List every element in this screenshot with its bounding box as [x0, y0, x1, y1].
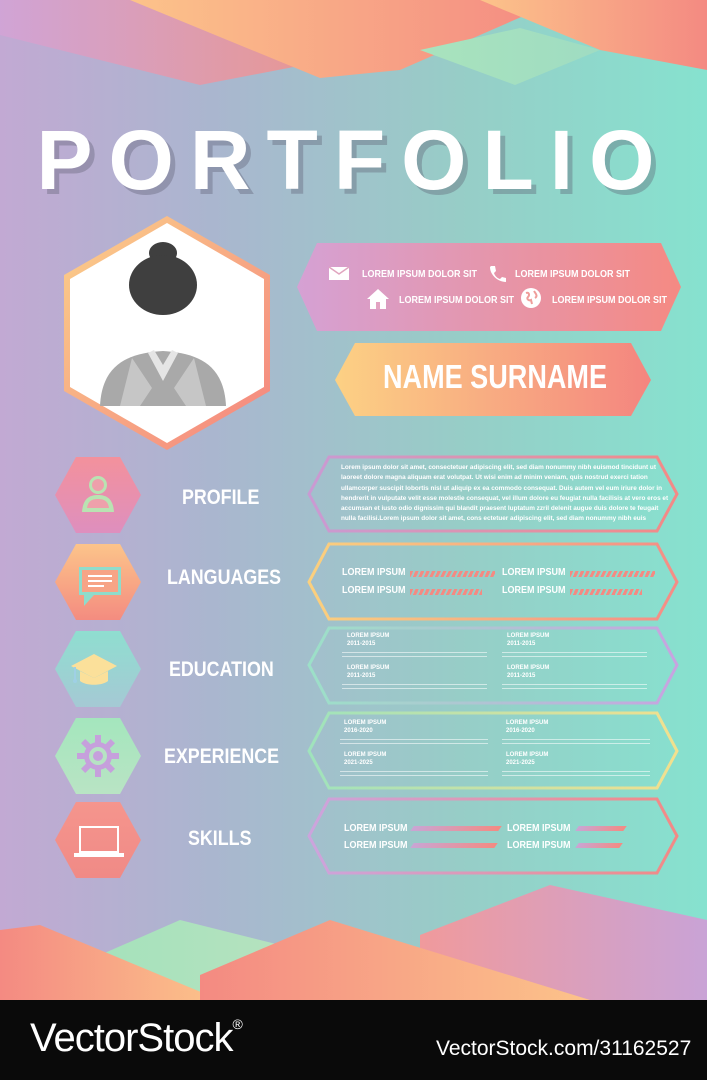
experience-filler-line [502, 771, 650, 772]
bar-fill [410, 826, 502, 831]
section-title-languages: LANGUAGES [167, 566, 282, 589]
chat-icon [78, 563, 122, 612]
language-bar [570, 589, 655, 595]
education-title-3: LOREM IPSUM [347, 665, 390, 671]
person-name: NAME SURNAME [382, 358, 607, 395]
education-filler-line [342, 684, 487, 685]
gear-icon [76, 734, 120, 783]
experience-title-1: LOREM IPSUM [344, 720, 387, 726]
education-filler-line [342, 656, 487, 657]
skills-frame [307, 797, 679, 875]
experience-filler-line [340, 739, 488, 740]
education-title-4: LOREM IPSUM [507, 665, 550, 671]
skill-label-2: LOREM IPSUM [507, 823, 571, 834]
bar-fill [570, 589, 643, 595]
language-bar [570, 571, 655, 577]
education-years-3: 2011-2015 [347, 673, 376, 679]
education-filler-line [502, 688, 647, 689]
section-title-profile: PROFILE [182, 486, 260, 509]
education-title-2: LOREM IPSUM [507, 633, 550, 639]
experience-filler-line [340, 743, 488, 744]
education-filler-line [342, 688, 487, 689]
education-filler-line [502, 656, 647, 657]
home-icon [366, 288, 390, 315]
section-title-skills: SKILLS [188, 827, 252, 850]
graduation-cap-icon [70, 652, 118, 693]
vectorstock-url: VectorStock.com/31162527 [436, 1037, 692, 1060]
experience-filler-line [340, 775, 488, 776]
section-title-experience: EXPERIENCE [164, 745, 280, 768]
experience-years-4: 2021-2025 [506, 760, 535, 766]
education-years-4: 2011-2015 [507, 673, 536, 679]
page-title: PORTFOLIO [36, 113, 671, 207]
experience-filler-line [502, 739, 650, 740]
language-bar [410, 589, 495, 595]
contact-banner [297, 243, 681, 331]
phone-text: LOREM IPSUM DOLOR SIT [515, 269, 631, 280]
experience-years-3: 2021-2025 [344, 760, 373, 766]
education-filler-line [342, 652, 487, 653]
experience-title-4: LOREM IPSUM [506, 752, 549, 758]
section-title-education: EDUCATION [169, 658, 274, 681]
experience-filler-line [502, 743, 650, 744]
education-years-1: 2011-2015 [347, 641, 376, 647]
address-text: LOREM IPSUM DOLOR SIT [399, 295, 515, 306]
skill-label-4: LOREM IPSUM [507, 840, 571, 851]
experience-filler-line [340, 771, 488, 772]
skill-label-3: LOREM IPSUM [344, 840, 408, 851]
bar-fill [575, 826, 627, 831]
bar-fill [575, 843, 623, 848]
mail-icon [328, 266, 350, 286]
education-title-1: LOREM IPSUM [347, 633, 390, 639]
languages-frame [307, 542, 679, 621]
bar-fill [410, 571, 495, 577]
experience-title-3: LOREM IPSUM [344, 752, 387, 758]
experience-years-1: 2016-2020 [344, 728, 373, 734]
phone-icon [488, 265, 506, 288]
skill-bar [410, 826, 502, 831]
laptop-icon [73, 825, 125, 864]
education-filler-line [502, 652, 647, 653]
skill-bar [575, 826, 657, 831]
language-label-2: LOREM IPSUM [502, 567, 566, 578]
bar-fill [570, 571, 655, 577]
email-text: LOREM IPSUM DOLOR SIT [362, 269, 478, 280]
profile-paragraph: Lorem ipsum dolor sit amet, consectetuer… [341, 464, 669, 523]
language-label-1: LOREM IPSUM [342, 567, 406, 578]
bottom-decoration [0, 885, 707, 1000]
bar-fill [410, 843, 498, 848]
experience-years-2: 2016-2020 [506, 728, 535, 734]
top-decoration [0, 0, 707, 85]
vectorstock-logo: VectorStock® [30, 1016, 243, 1060]
language-label-4: LOREM IPSUM [502, 585, 566, 596]
skill-bar [575, 843, 657, 848]
bar-fill [410, 589, 483, 595]
website-text: LOREM IPSUM DOLOR SIT [552, 295, 668, 306]
education-filler-line [502, 684, 647, 685]
language-label-3: LOREM IPSUM [342, 585, 406, 596]
portfolio-poster: PORTFOLIO LOREM IPSUM DOLOR SIT LOREM IP… [0, 0, 707, 1000]
language-bar [410, 571, 495, 577]
experience-title-2: LOREM IPSUM [506, 720, 549, 726]
education-years-2: 2011-2015 [507, 641, 536, 647]
skill-bar [410, 843, 500, 848]
avatar-frame [64, 216, 270, 450]
user-icon [80, 474, 116, 519]
experience-filler-line [502, 775, 650, 776]
skill-label-1: LOREM IPSUM [344, 823, 408, 834]
globe-icon [520, 287, 542, 314]
